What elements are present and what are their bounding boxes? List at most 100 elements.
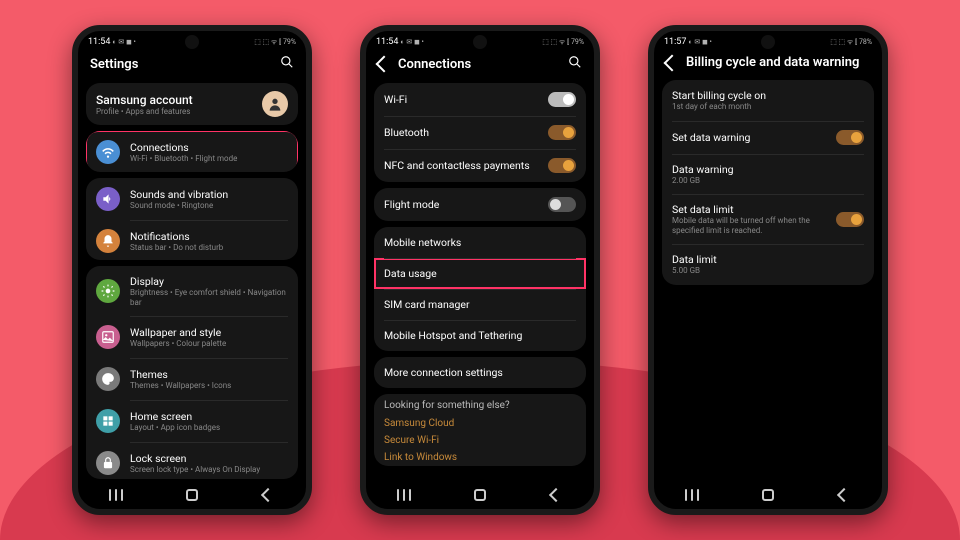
status-right: ⬚ ⬚ ᯤ ⫿ 79% [542, 38, 584, 47]
row-title: NFC and contactless payments [384, 159, 538, 172]
toggle[interactable] [548, 125, 576, 140]
phone-2: 11:57 ◐ ✉ ◼ • ⬚ ⬚ ᯤ ⫿ 78% Billing cycle an… [648, 25, 888, 515]
row-sub: Layout • App icon badges [130, 423, 288, 433]
settings-row-more-connection-settings[interactable]: More connection settings [374, 357, 586, 388]
row-title: Start billing cycle on [672, 89, 864, 102]
avatar[interactable] [262, 91, 288, 117]
row-title: Connections [130, 141, 288, 154]
row-title: Data limit [672, 253, 864, 266]
nav-home[interactable] [465, 487, 495, 503]
settings-row-home-screen[interactable]: Home screenLayout • App icon badges [86, 400, 298, 442]
settings-group: Start billing cycle on1st day of each mo… [662, 80, 874, 285]
settings-row-display[interactable]: DisplayBrightness • Eye comfort shield •… [86, 266, 298, 316]
settings-row-sounds-and-vibration[interactable]: Sounds and vibrationSound mode • Rington… [86, 178, 298, 220]
status-bar: 11:54 ◐ ✉ ◼ •⬚ ⬚ ᯤ ⫿ 79% [78, 31, 306, 49]
page-title: Billing cycle and data warning [686, 55, 859, 70]
status-time: 11:54 ◐ ✉ ◼ • [88, 37, 136, 47]
toggle[interactable] [836, 212, 864, 227]
nav-bar [78, 479, 306, 509]
settings-row-themes[interactable]: ThemesThemes • Wallpapers • Icons [86, 358, 298, 400]
settings-row-mobile-hotspot-and-tethering[interactable]: Mobile Hotspot and Tethering [374, 320, 586, 351]
toggle[interactable] [548, 158, 576, 173]
nav-recent[interactable] [389, 487, 419, 503]
settings-row-bluetooth[interactable]: Bluetooth [374, 116, 586, 149]
settings-row-lock-screen[interactable]: Lock screenScreen lock type • Always On … [86, 442, 298, 479]
lock-icon [96, 451, 120, 475]
bell-icon [96, 229, 120, 253]
back-icon[interactable] [376, 56, 393, 73]
row-title: Wallpaper and style [130, 326, 288, 339]
sound-icon [96, 187, 120, 211]
themes-icon [96, 367, 120, 391]
row-title: Set data limit [672, 203, 826, 216]
settings-row-set-data-limit[interactable]: Set data limitMobile data will be turned… [662, 194, 874, 244]
wallpaper-icon [96, 325, 120, 349]
row-title: Sounds and vibration [130, 188, 288, 201]
settings-row-set-data-warning[interactable]: Set data warning [662, 121, 874, 154]
help-link[interactable]: Link to Windows [374, 449, 586, 466]
settings-row-sim-card-manager[interactable]: SIM card manager [374, 289, 586, 320]
settings-row-wi-fi[interactable]: Wi-Fi [374, 83, 586, 116]
home-icon [96, 409, 120, 433]
status-bar: 11:57 ◐ ✉ ◼ • ⬚ ⬚ ᯤ ⫿ 78% [654, 31, 882, 49]
settings-row-data-usage[interactable]: Data usage [374, 258, 586, 289]
row-sub: Themes • Wallpapers • Icons [130, 381, 288, 391]
nav-bar [654, 479, 882, 509]
nav-recent[interactable] [677, 487, 707, 503]
settings-row-connections[interactable]: ConnectionsWi-Fi • Bluetooth • Flight mo… [86, 131, 298, 172]
page-title: Settings [90, 57, 138, 72]
row-sub: Wi-Fi • Bluetooth • Flight mode [130, 154, 288, 164]
settings-row-data-limit[interactable]: Data limit5.00 GB [662, 244, 874, 285]
account-card[interactable]: Samsung accountProfile • Apps and featur… [86, 83, 298, 125]
settings-row-data-warning[interactable]: Data warning2.00 GB [662, 154, 874, 195]
row-sub: 5.00 GB [672, 266, 864, 276]
settings-group: Sounds and vibrationSound mode • Rington… [86, 178, 298, 260]
settings-row-flight-mode[interactable]: Flight mode [374, 188, 586, 221]
row-title: Mobile networks [384, 236, 576, 249]
help-link[interactable]: Samsung Cloud [374, 415, 586, 432]
row-title: Wi-Fi [384, 93, 538, 106]
settings-row-mobile-networks[interactable]: Mobile networks [374, 227, 586, 258]
row-sub: 2.00 GB [672, 176, 864, 186]
settings-row-notifications[interactable]: NotificationsStatus bar • Do not disturb [86, 220, 298, 260]
settings-row-start-billing-cycle-on[interactable]: Start billing cycle on1st day of each mo… [662, 80, 874, 121]
settings-row-wallpaper-and-style[interactable]: Wallpaper and styleWallpapers • Colour p… [86, 316, 298, 358]
row-sub: 1st day of each month [672, 102, 864, 112]
nav-back[interactable] [829, 487, 859, 503]
status-bar: 11:54 ◐ ✉ ◼ • ⬚ ⬚ ᯤ ⫿ 79% [366, 31, 594, 49]
search-icon[interactable] [568, 55, 582, 73]
account-title: Samsung account [96, 93, 254, 107]
status-time: 11:54 ◐ ✉ ◼ • [376, 37, 424, 47]
row-title: More connection settings [384, 366, 576, 379]
row-title: Display [130, 275, 288, 288]
settings-group: More connection settings [374, 357, 586, 388]
toggle[interactable] [548, 197, 576, 212]
back-icon[interactable] [664, 54, 681, 71]
nav-back[interactable] [253, 487, 283, 503]
display-icon [96, 279, 120, 303]
settings-row-nfc-and-contactless-payments[interactable]: NFC and contactless payments [374, 149, 586, 182]
nav-home[interactable] [177, 487, 207, 503]
status-time: 11:57 ◐ ✉ ◼ • [664, 37, 712, 47]
help-link[interactable]: Secure Wi-Fi [374, 432, 586, 449]
settings-group: ConnectionsWi-Fi • Bluetooth • Flight mo… [86, 131, 298, 172]
nav-home[interactable] [753, 487, 783, 503]
header: Connections [374, 49, 586, 77]
row-title: Data usage [384, 267, 576, 280]
settings-group: DisplayBrightness • Eye comfort shield •… [86, 266, 298, 479]
status-right: ⬚ ⬚ ᯤ ⫿ 78% [830, 38, 872, 47]
header: Billing cycle and data warning [662, 49, 874, 74]
row-title: Bluetooth [384, 126, 538, 139]
row-sub: Brightness • Eye comfort shield • Naviga… [130, 288, 288, 307]
toggle[interactable] [548, 92, 576, 107]
page-title: Connections [398, 57, 471, 72]
toggle[interactable] [836, 130, 864, 145]
help-heading: Looking for something else? [374, 394, 586, 415]
header: Settings [86, 49, 298, 77]
search-icon[interactable] [280, 55, 294, 73]
nav-back[interactable] [541, 487, 571, 503]
nav-recent[interactable] [101, 487, 131, 503]
row-title: Mobile Hotspot and Tethering [384, 329, 576, 342]
row-title: SIM card manager [384, 298, 576, 311]
help-card: Looking for something else?Samsung Cloud… [374, 394, 586, 466]
